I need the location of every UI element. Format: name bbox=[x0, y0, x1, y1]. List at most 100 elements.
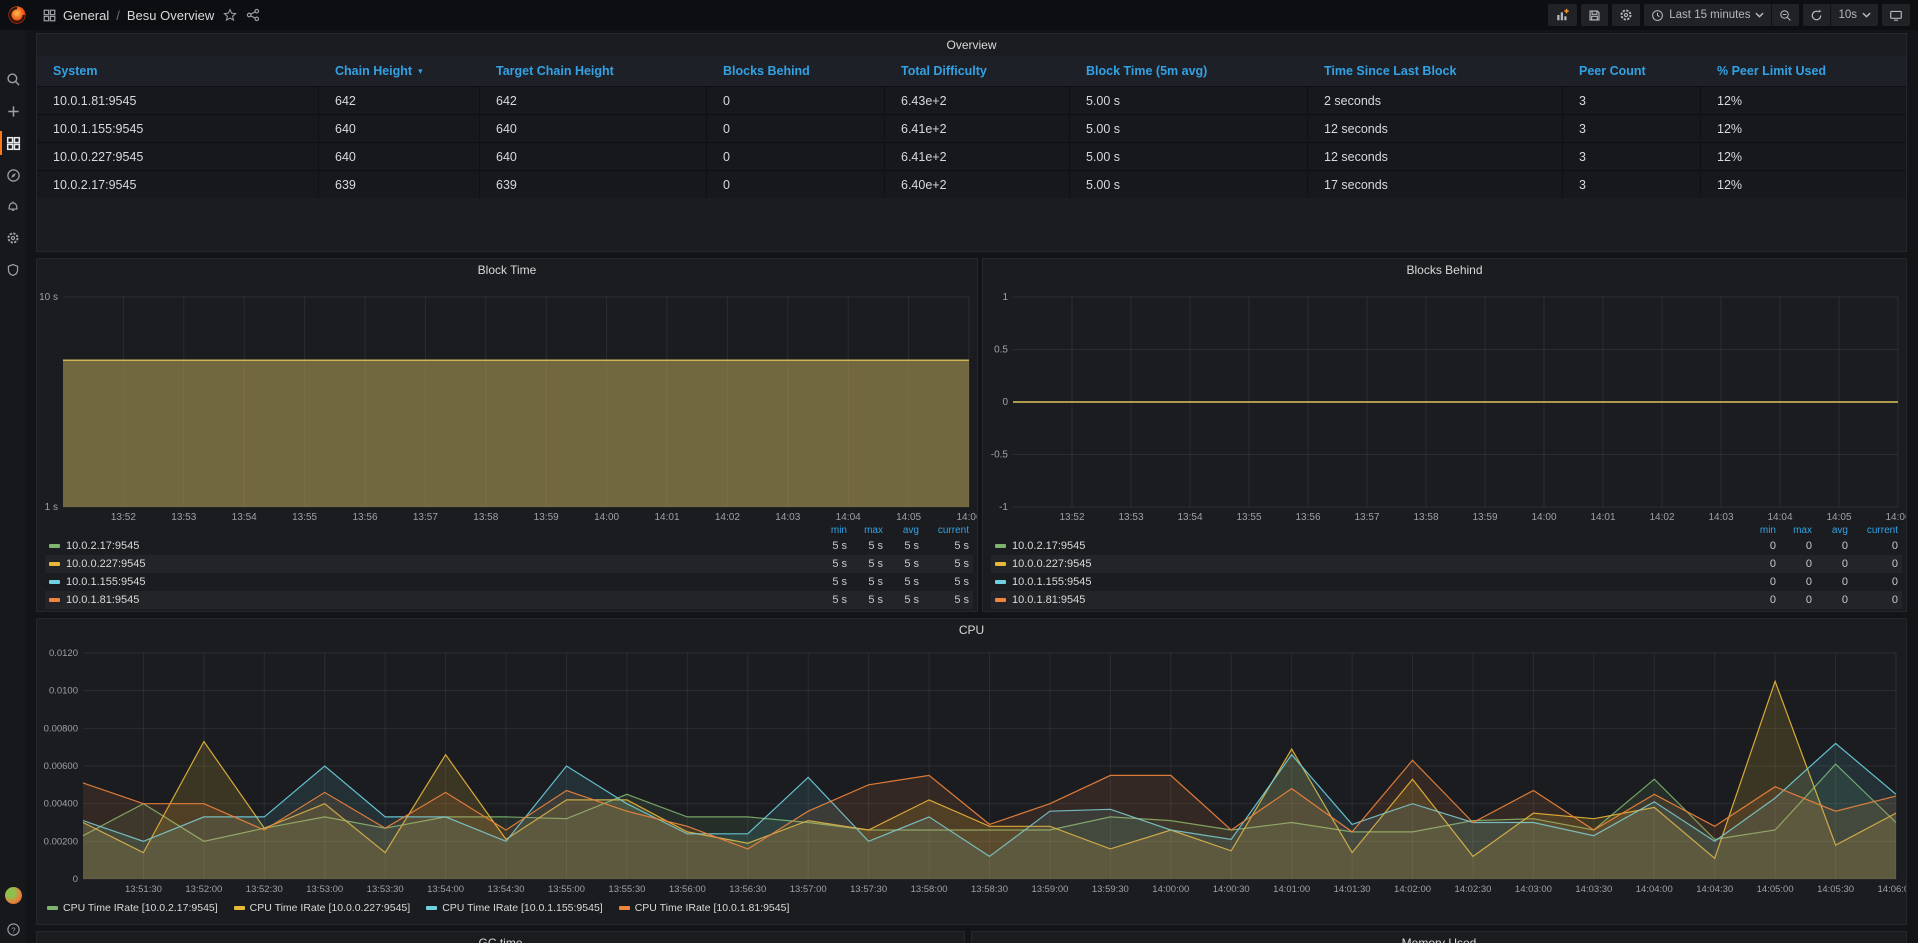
column-header[interactable]: Total Difficulty bbox=[885, 56, 1070, 86]
legend-series-label[interactable]: 10.0.0.227:9545 bbox=[995, 558, 1740, 570]
save-dashboard-button[interactable] bbox=[1581, 4, 1608, 26]
refresh-interval-picker[interactable]: 10s bbox=[1830, 4, 1878, 26]
table-cell: 6.40e+2 bbox=[885, 171, 1070, 198]
dashboards-icon[interactable] bbox=[0, 129, 26, 157]
cpu-chart[interactable]: 0.01200.01000.008000.006000.004000.00200… bbox=[37, 643, 1906, 904]
svg-text:13:59:00: 13:59:00 bbox=[1031, 884, 1068, 895]
legend-stat-header[interactable]: min bbox=[1740, 525, 1776, 536]
legend-stat-value: 5 s bbox=[847, 540, 883, 552]
column-header[interactable]: Chain Height▾ bbox=[319, 56, 480, 86]
legend-stat-header[interactable]: min bbox=[811, 525, 847, 536]
legend-series-label[interactable]: 10.0.1.81:9545 bbox=[995, 594, 1740, 606]
svg-text:13:57: 13:57 bbox=[413, 512, 438, 523]
add-panel-button[interactable] bbox=[1548, 4, 1577, 26]
svg-text:14:05: 14:05 bbox=[1826, 512, 1851, 523]
series-color-swatch bbox=[49, 562, 60, 566]
breadcrumb-folder[interactable]: General bbox=[63, 8, 109, 23]
table-row: 10.0.2.17:954563963906.40e+25.00 s17 sec… bbox=[37, 170, 1906, 198]
legend-stat-value: 0 bbox=[1848, 558, 1898, 570]
column-header[interactable]: Block Time (5m avg) bbox=[1070, 56, 1308, 86]
panel-title-cpu[interactable]: CPU bbox=[37, 619, 1906, 641]
legend-stat-value: 0 bbox=[1812, 594, 1848, 606]
legend-stat-value: 5 s bbox=[883, 558, 919, 570]
legend-stat-value: 5 s bbox=[883, 594, 919, 606]
svg-text:0.0120: 0.0120 bbox=[49, 648, 78, 659]
panel-title-blocks-behind[interactable]: Blocks Behind bbox=[983, 259, 1906, 281]
legend-stat-value: 5 s bbox=[919, 540, 969, 552]
server-admin-shield-icon[interactable] bbox=[0, 256, 26, 284]
legend-series-label[interactable]: CPU Time IRate [10.0.1.155:9545] bbox=[426, 902, 603, 914]
block-time-chart[interactable]: 10 s1 s13:5213:5313:5413:5513:5613:5713:… bbox=[37, 283, 977, 528]
grafana-dashboard: General / Besu Overview bbox=[0, 0, 1918, 943]
panel-overview: Overview SystemChain Height▾Target Chain… bbox=[36, 33, 1907, 252]
panel-blocks-behind: Blocks Behind 10.50-0.5-113:5213:5313:54… bbox=[982, 258, 1907, 612]
legend-series-label[interactable]: 10.0.2.17:9545 bbox=[49, 540, 811, 552]
column-header[interactable]: System bbox=[37, 56, 319, 86]
legend-stat-value: 0 bbox=[1740, 540, 1776, 552]
table-cell: 6.43e+2 bbox=[885, 87, 1070, 114]
kiosk-mode-button[interactable] bbox=[1882, 4, 1910, 26]
column-header[interactable]: Time Since Last Block bbox=[1308, 56, 1563, 86]
table-cell: 0 bbox=[707, 171, 885, 198]
column-header[interactable]: Peer Count bbox=[1563, 56, 1701, 86]
legend-stat-value: 0 bbox=[1776, 540, 1812, 552]
help-icon[interactable]: ? bbox=[0, 915, 26, 943]
panel-title-block-time[interactable]: Block Time bbox=[37, 259, 977, 281]
table-cell: 10.0.1.81:9545 bbox=[37, 87, 319, 114]
legend-series-label[interactable]: 10.0.1.155:9545 bbox=[995, 576, 1740, 588]
create-plus-icon[interactable] bbox=[0, 97, 26, 125]
legend-series-label[interactable]: 10.0.1.81:9545 bbox=[49, 594, 811, 606]
column-header[interactable]: Blocks Behind bbox=[707, 56, 885, 86]
svg-text:1 s: 1 s bbox=[45, 502, 58, 513]
svg-text:0.00200: 0.00200 bbox=[44, 836, 78, 847]
legend-series-label[interactable]: CPU Time IRate [10.0.0.227:9545] bbox=[234, 902, 411, 914]
breadcrumb-dashboard-title[interactable]: Besu Overview bbox=[127, 8, 214, 23]
legend-stat-header[interactable]: avg bbox=[1812, 525, 1848, 536]
zoom-out-button[interactable] bbox=[1771, 4, 1799, 26]
column-header[interactable]: Target Chain Height bbox=[480, 56, 707, 86]
svg-text:14:01: 14:01 bbox=[1590, 512, 1615, 523]
svg-text:13:53: 13:53 bbox=[171, 512, 196, 523]
legend-stat-header[interactable]: max bbox=[847, 525, 883, 536]
time-range-picker[interactable]: Last 15 minutes bbox=[1644, 4, 1771, 26]
svg-text:14:00:00: 14:00:00 bbox=[1152, 884, 1189, 895]
svg-text:14:06: 14:06 bbox=[1885, 512, 1906, 523]
panel-gc-time: GC time bbox=[36, 931, 965, 943]
svg-text:13:54: 13:54 bbox=[1177, 512, 1202, 523]
table-cell: 6.41e+2 bbox=[885, 143, 1070, 170]
svg-text:13:52: 13:52 bbox=[111, 512, 136, 523]
legend-series-label[interactable]: CPU Time IRate [10.0.2.17:9545] bbox=[47, 902, 218, 914]
legend-stat-header[interactable]: current bbox=[919, 525, 969, 536]
column-header[interactable]: % Peer Limit Used bbox=[1701, 56, 1906, 86]
legend-stat-value: 5 s bbox=[919, 558, 969, 570]
dashboard-settings-button[interactable] bbox=[1612, 4, 1640, 26]
explore-compass-icon[interactable] bbox=[0, 161, 26, 189]
alerting-bell-icon[interactable] bbox=[0, 192, 26, 220]
svg-text:13:58:00: 13:58:00 bbox=[911, 884, 948, 895]
table-cell: 3 bbox=[1563, 87, 1701, 114]
share-icon[interactable] bbox=[246, 8, 260, 22]
svg-text:13:58: 13:58 bbox=[1413, 512, 1438, 523]
panel-title-memory-used[interactable]: Memory Used bbox=[972, 932, 1906, 943]
svg-text:13:56:30: 13:56:30 bbox=[729, 884, 766, 895]
legend-series-label[interactable]: 10.0.2.17:9545 bbox=[995, 540, 1740, 552]
legend-series-label[interactable]: 10.0.0.227:9545 bbox=[49, 558, 811, 570]
configuration-gear-icon[interactable] bbox=[0, 224, 26, 252]
grafana-logo-icon[interactable] bbox=[6, 4, 28, 26]
search-icon[interactable] bbox=[0, 65, 26, 93]
legend-stat-header[interactable]: avg bbox=[883, 525, 919, 536]
breadcrumb-separator: / bbox=[116, 8, 120, 23]
svg-text:14:04:30: 14:04:30 bbox=[1696, 884, 1733, 895]
user-avatar[interactable] bbox=[0, 881, 26, 909]
legend-stat-header[interactable]: current bbox=[1848, 525, 1898, 536]
star-icon[interactable] bbox=[223, 8, 237, 22]
legend-series-label[interactable]: 10.0.1.155:9545 bbox=[49, 576, 811, 588]
panel-title-gc-time[interactable]: GC time bbox=[37, 932, 964, 943]
refresh-button[interactable] bbox=[1803, 4, 1830, 26]
sidebar: ? bbox=[0, 30, 26, 943]
table-cell: 639 bbox=[319, 171, 480, 198]
legend-series-label[interactable]: CPU Time IRate [10.0.1.81:9545] bbox=[619, 902, 790, 914]
blocks-behind-chart[interactable]: 10.50-0.5-113:5213:5313:5413:5513:5613:5… bbox=[983, 283, 1906, 528]
legend-stat-header[interactable]: max bbox=[1776, 525, 1812, 536]
panel-title-overview[interactable]: Overview bbox=[37, 34, 1906, 56]
